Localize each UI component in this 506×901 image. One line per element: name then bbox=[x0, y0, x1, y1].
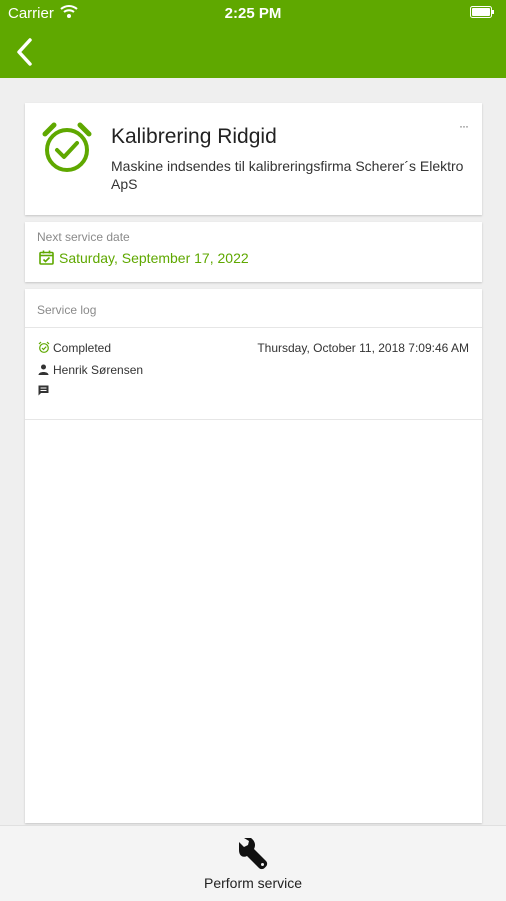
back-button[interactable] bbox=[12, 36, 38, 68]
next-service-date: Saturday, September 17, 2022 bbox=[59, 250, 249, 266]
calendar-check-icon bbox=[39, 250, 54, 265]
battery-icon bbox=[470, 6, 494, 18]
divider bbox=[25, 419, 482, 420]
person-icon bbox=[38, 364, 49, 375]
status-bar: Carrier 2:25 PM bbox=[0, 0, 506, 26]
service-log-entry[interactable]: Completed Thursday, October 11, 2018 7:0… bbox=[25, 328, 482, 420]
more-options-icon[interactable]: ··· bbox=[459, 119, 469, 133]
next-service-label: Next service date bbox=[37, 230, 130, 244]
next-service-card: Next service date Saturday, September 17… bbox=[25, 222, 482, 282]
app-header: Carrier 2:25 PM bbox=[0, 0, 506, 78]
completed-alarm-icon bbox=[38, 341, 50, 353]
comment-icon bbox=[38, 385, 49, 396]
log-timestamp: Thursday, October 11, 2018 7:09:46 AM bbox=[257, 341, 469, 355]
status-time: 2:25 PM bbox=[224, 5, 282, 22]
service-title: Kalibrering Ridgid bbox=[111, 125, 277, 148]
service-log-card: Service log Completed Thursday, October … bbox=[25, 289, 482, 823]
service-card: Kalibrering Ridgid Maskine indsendes til… bbox=[25, 103, 482, 215]
service-description: Maskine indsendes til kalibreringsfirma … bbox=[111, 158, 464, 192]
perform-service-label: Perform service bbox=[203, 875, 303, 891]
log-user: Henrik Sørensen bbox=[53, 363, 144, 377]
perform-service-button[interactable]: Perform service bbox=[0, 825, 506, 901]
wrench-icon bbox=[239, 838, 268, 870]
service-log-label: Service log bbox=[37, 303, 97, 317]
log-status: Completed bbox=[53, 341, 112, 355]
alarm-clock-check-icon bbox=[42, 122, 92, 172]
